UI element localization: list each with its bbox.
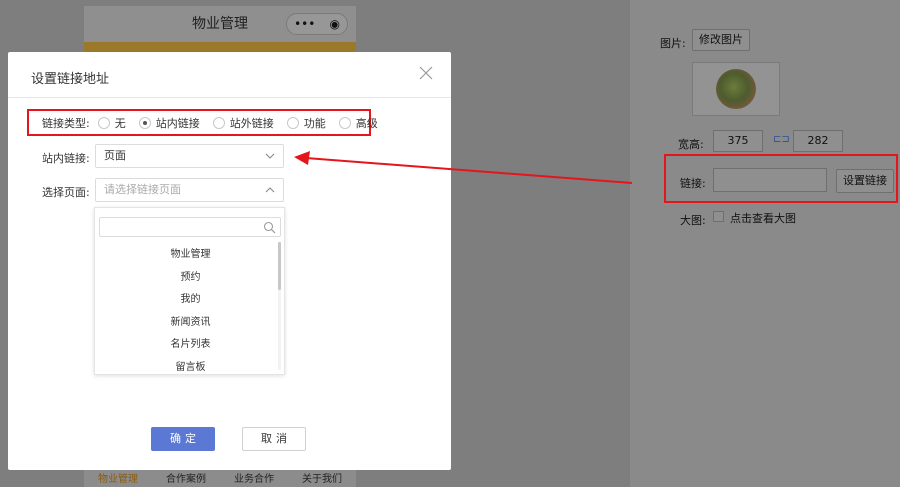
radio-circle-checked[interactable] <box>138 117 151 129</box>
tabbar-item: 关于我们 <box>302 474 342 485</box>
radio-external-link[interactable]: 站外链接 <box>212 115 274 131</box>
radio-function[interactable]: 功能 <box>286 115 326 131</box>
cancel-button[interactable]: 取消 <box>242 427 306 451</box>
dialog-title: 设置链接地址 <box>31 72 110 87</box>
dropdown-option[interactable]: 预约 <box>95 267 286 290</box>
search-icon <box>263 221 276 234</box>
radio-internal-link[interactable]: 站内链接 <box>138 115 200 131</box>
large-image-checkbox-label: 点击查看大图 <box>730 212 796 225</box>
large-image-checkbox[interactable] <box>713 211 724 222</box>
modify-image-button[interactable]: 修改图片 <box>692 29 750 51</box>
tabbar-item: 合作案例 <box>166 474 206 485</box>
dropdown-options: 物业管理 预约 我的 新闻资讯 名片列表 留言板 <box>95 244 286 380</box>
close-icon[interactable] <box>417 64 435 82</box>
dropdown-option[interactable]: 留言板 <box>95 357 286 380</box>
phone-title: 物业管理 <box>192 16 248 32</box>
planet-image <box>716 69 756 109</box>
phone-tabbar: 物业管理 合作案例 业务合作 关于我们 <box>84 473 356 487</box>
radio-circle[interactable] <box>338 117 351 129</box>
size-label: 宽高: <box>678 138 704 151</box>
width-input[interactable]: 375 <box>713 130 763 152</box>
scrollbar-thumb[interactable] <box>278 242 281 290</box>
chevron-up-icon <box>265 187 275 193</box>
phone-header: 物业管理 ••• ◉ <box>84 6 356 42</box>
radio-label: 功能 <box>303 117 326 130</box>
dropdown-search-input[interactable] <box>99 217 281 237</box>
chevron-down-icon <box>265 153 275 159</box>
internal-link-select[interactable]: 页面 <box>95 144 284 168</box>
radio-circle[interactable] <box>97 117 110 129</box>
page-dropdown: 物业管理 预约 我的 新闻资讯 名片列表 留言板 <box>94 207 285 375</box>
height-input[interactable]: 282 <box>793 130 843 152</box>
highlight-box-link <box>664 154 898 203</box>
image-thumbnail <box>692 62 780 116</box>
radio-label: 高级 <box>355 117 378 130</box>
radio-none[interactable]: 无 <box>97 115 126 131</box>
tabbar-item: 物业管理 <box>98 474 138 485</box>
internal-link-value: 页面 <box>104 149 126 162</box>
dropdown-option[interactable]: 我的 <box>95 289 286 312</box>
ok-button[interactable]: 确定 <box>151 427 215 451</box>
radio-circle[interactable] <box>286 117 299 129</box>
tabbar-item: 业务合作 <box>234 474 274 485</box>
more-dots-icon: ••• <box>294 17 316 31</box>
target-icon: ◉ <box>329 17 340 31</box>
image-label: 图片: <box>660 37 686 50</box>
dropdown-option[interactable]: 新闻资讯 <box>95 312 286 335</box>
select-page-label: 选择页面: <box>42 186 90 199</box>
select-page-placeholder: 请选择链接页面 <box>104 183 181 196</box>
radio-label: 无 <box>114 117 126 130</box>
radio-circle[interactable] <box>212 117 225 129</box>
link-type-label: 链接类型: <box>42 117 90 130</box>
radio-advanced[interactable]: 高级 <box>338 115 378 131</box>
dropdown-option[interactable]: 物业管理 <box>95 244 286 267</box>
dropdown-scrollbar[interactable] <box>278 242 281 370</box>
large-image-label: 大图: <box>680 214 706 227</box>
set-link-dialog: 设置链接地址 链接类型: 无 站内链接 站外链接 功能 高级 站内链接: 页面 <box>8 52 451 470</box>
dialog-divider <box>8 97 451 98</box>
link-type-group: 链接类型: 无 站内链接 站外链接 功能 高级 <box>42 115 391 131</box>
radio-label: 站内链接 <box>155 117 200 130</box>
select-page-select[interactable]: 请选择链接页面 <box>95 178 284 202</box>
miniapp-capsule: ••• ◉ <box>286 13 348 35</box>
radio-label: 站外链接 <box>229 117 274 130</box>
internal-link-label: 站内链接: <box>42 152 90 165</box>
dropdown-option[interactable]: 名片列表 <box>95 334 286 357</box>
link-ratio-icon[interactable]: ⊏⊐ <box>773 134 790 145</box>
